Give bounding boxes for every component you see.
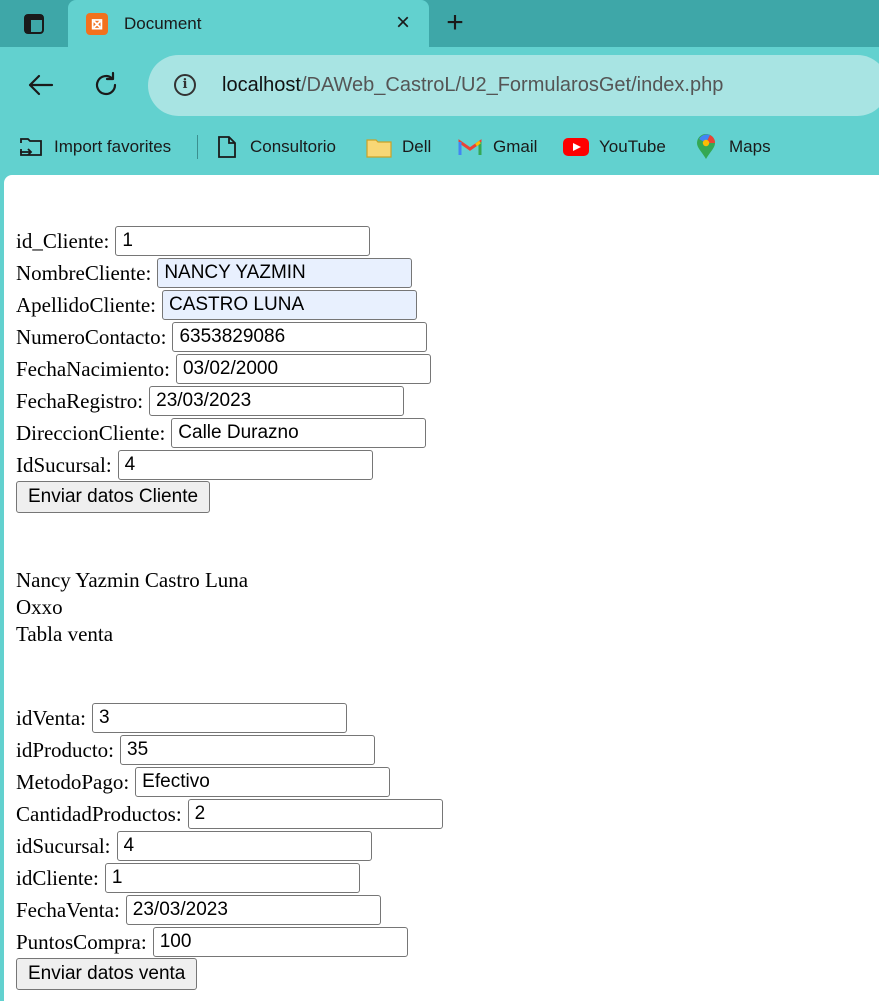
direccion-cliente-label: DireccionCliente: xyxy=(16,420,166,445)
bookmark-gmail[interactable]: Gmail xyxy=(457,134,537,160)
venta-id-cliente-input[interactable] xyxy=(104,863,360,893)
numero-contacto-input[interactable] xyxy=(172,322,428,352)
apellido-cliente-label: ApellidoCliente: xyxy=(16,292,156,317)
cliente-nombre-output: Nancy Yazmin Castro Luna xyxy=(16,568,249,592)
apellido-cliente-input[interactable] xyxy=(161,290,417,320)
puntos-compra-input[interactable] xyxy=(152,927,408,957)
sucursal-output: Oxxo xyxy=(16,595,63,619)
back-arrow-icon xyxy=(28,74,54,96)
bookmark-import-favorites[interactable]: Import favorites xyxy=(18,134,171,160)
tab-strip: ⊠ Document × + xyxy=(0,0,879,47)
gmail-icon xyxy=(457,134,483,160)
enviar-venta-button[interactable]: Enviar datos venta xyxy=(16,958,198,990)
back-button[interactable] xyxy=(22,69,58,101)
field-row-puntos-compra: PuntosCompra: xyxy=(16,926,408,958)
site-info-icon[interactable]: i xyxy=(174,74,196,96)
numero-contacto-label: NumeroContacto: xyxy=(16,324,167,349)
id-venta-input[interactable] xyxy=(91,703,347,733)
page-content: id_Cliente: NombreCliente: ApellidoClien… xyxy=(4,175,879,1001)
fecha-registro-input[interactable] xyxy=(149,386,405,416)
field-row-id-cliente: id_Cliente: xyxy=(16,225,371,257)
close-tab-icon[interactable]: × xyxy=(391,10,415,36)
fecha-nacimiento-input[interactable] xyxy=(175,354,431,384)
puntos-compra-label: PuntosCompra: xyxy=(16,929,147,954)
tab-title: Document xyxy=(124,14,202,33)
maps-pin-icon xyxy=(693,134,719,160)
cantidad-productos-label: CantidadProductos: xyxy=(16,801,182,826)
tab-actions-button[interactable] xyxy=(14,9,54,39)
bookmarks-bar: Import favorites Consultorio Dell Gmail … xyxy=(0,123,879,171)
field-row-numero-contacto: NumeroContacto: xyxy=(16,321,428,353)
url-path: /DAWeb_CastroL/U2_FormularosGet/index.ph… xyxy=(300,74,724,96)
import-favorites-icon xyxy=(18,134,44,160)
nombre-cliente-label: NombreCliente: xyxy=(16,260,152,285)
fecha-registro-label: FechaRegistro: xyxy=(16,388,144,413)
field-row-id-venta: idVenta: xyxy=(16,702,347,734)
field-row-fecha-registro: FechaRegistro: xyxy=(16,385,405,417)
page-icon xyxy=(214,134,240,160)
youtube-icon xyxy=(563,134,589,160)
bookmarks-divider xyxy=(197,135,198,159)
nombre-cliente-input[interactable] xyxy=(157,258,413,288)
cantidad-productos-input[interactable] xyxy=(187,799,443,829)
id-cliente-label: id_Cliente: xyxy=(16,228,110,253)
fecha-venta-input[interactable] xyxy=(125,895,381,925)
venta-id-cliente-label: idCliente: xyxy=(16,865,99,890)
url-host: localhost xyxy=(222,74,301,96)
bookmark-consultorio[interactable]: Consultorio xyxy=(214,134,336,160)
url-text[interactable]: localhost/DAWeb_CastroL/U2_FormularosGet… xyxy=(222,74,723,97)
field-row-apellido-cliente: ApellidoCliente: xyxy=(16,289,417,321)
fecha-venta-label: FechaVenta: xyxy=(16,897,120,922)
field-row-id-cliente-venta: idCliente: xyxy=(16,862,360,894)
id-venta-label: idVenta: xyxy=(16,705,86,730)
field-row-fecha-venta: FechaVenta: xyxy=(16,894,381,926)
address-bar[interactable]: i localhost/DAWeb_CastroL/U2_FormularosG… xyxy=(148,55,879,116)
navigation-bar: i localhost/DAWeb_CastroL/U2_FormularosG… xyxy=(0,47,879,123)
id-cliente-input[interactable] xyxy=(115,226,371,256)
xampp-favicon-icon: ⊠ xyxy=(86,13,108,35)
fecha-nacimiento-label: FechaNacimiento: xyxy=(16,356,170,381)
field-row-nombre-cliente: NombreCliente: xyxy=(16,257,413,289)
id-producto-label: idProducto: xyxy=(16,737,114,762)
venta-id-sucursal-input[interactable] xyxy=(116,831,372,861)
bookmark-dell[interactable]: Dell xyxy=(366,134,431,160)
refresh-icon xyxy=(95,71,117,96)
tabla-venta-heading: Tabla venta xyxy=(16,622,114,646)
venta-id-sucursal-label: idSucursal: xyxy=(16,833,111,858)
bookmark-maps[interactable]: Maps xyxy=(693,134,771,160)
id-sucursal-label: IdSucursal: xyxy=(16,452,112,477)
field-row-venta-id-sucursal: idSucursal: xyxy=(16,830,372,862)
new-tab-icon[interactable]: + xyxy=(441,8,469,39)
field-row-id-sucursal: IdSucursal: xyxy=(16,449,373,481)
field-row-fecha-nacimiento: FechaNacimiento: xyxy=(16,353,431,385)
enviar-cliente-button[interactable]: Enviar datos Cliente xyxy=(16,481,211,513)
folder-icon xyxy=(366,134,392,160)
tab-actions-icon xyxy=(24,14,44,34)
field-row-direccion-cliente: DireccionCliente: xyxy=(16,417,427,449)
id-producto-input[interactable] xyxy=(120,735,375,765)
tab-active[interactable]: ⊠ Document × xyxy=(68,0,429,47)
id-sucursal-input[interactable] xyxy=(117,450,373,480)
direccion-cliente-input[interactable] xyxy=(171,418,427,448)
metodo-pago-label: MetodoPago: xyxy=(16,769,130,794)
metodo-pago-input[interactable] xyxy=(135,767,391,797)
field-row-metodo-pago: MetodoPago: xyxy=(16,766,391,798)
field-row-cantidad-productos: CantidadProductos: xyxy=(16,798,443,830)
bookmark-youtube[interactable]: YouTube xyxy=(563,134,666,160)
field-row-id-producto: idProducto: xyxy=(16,734,375,766)
refresh-button[interactable] xyxy=(88,69,124,101)
